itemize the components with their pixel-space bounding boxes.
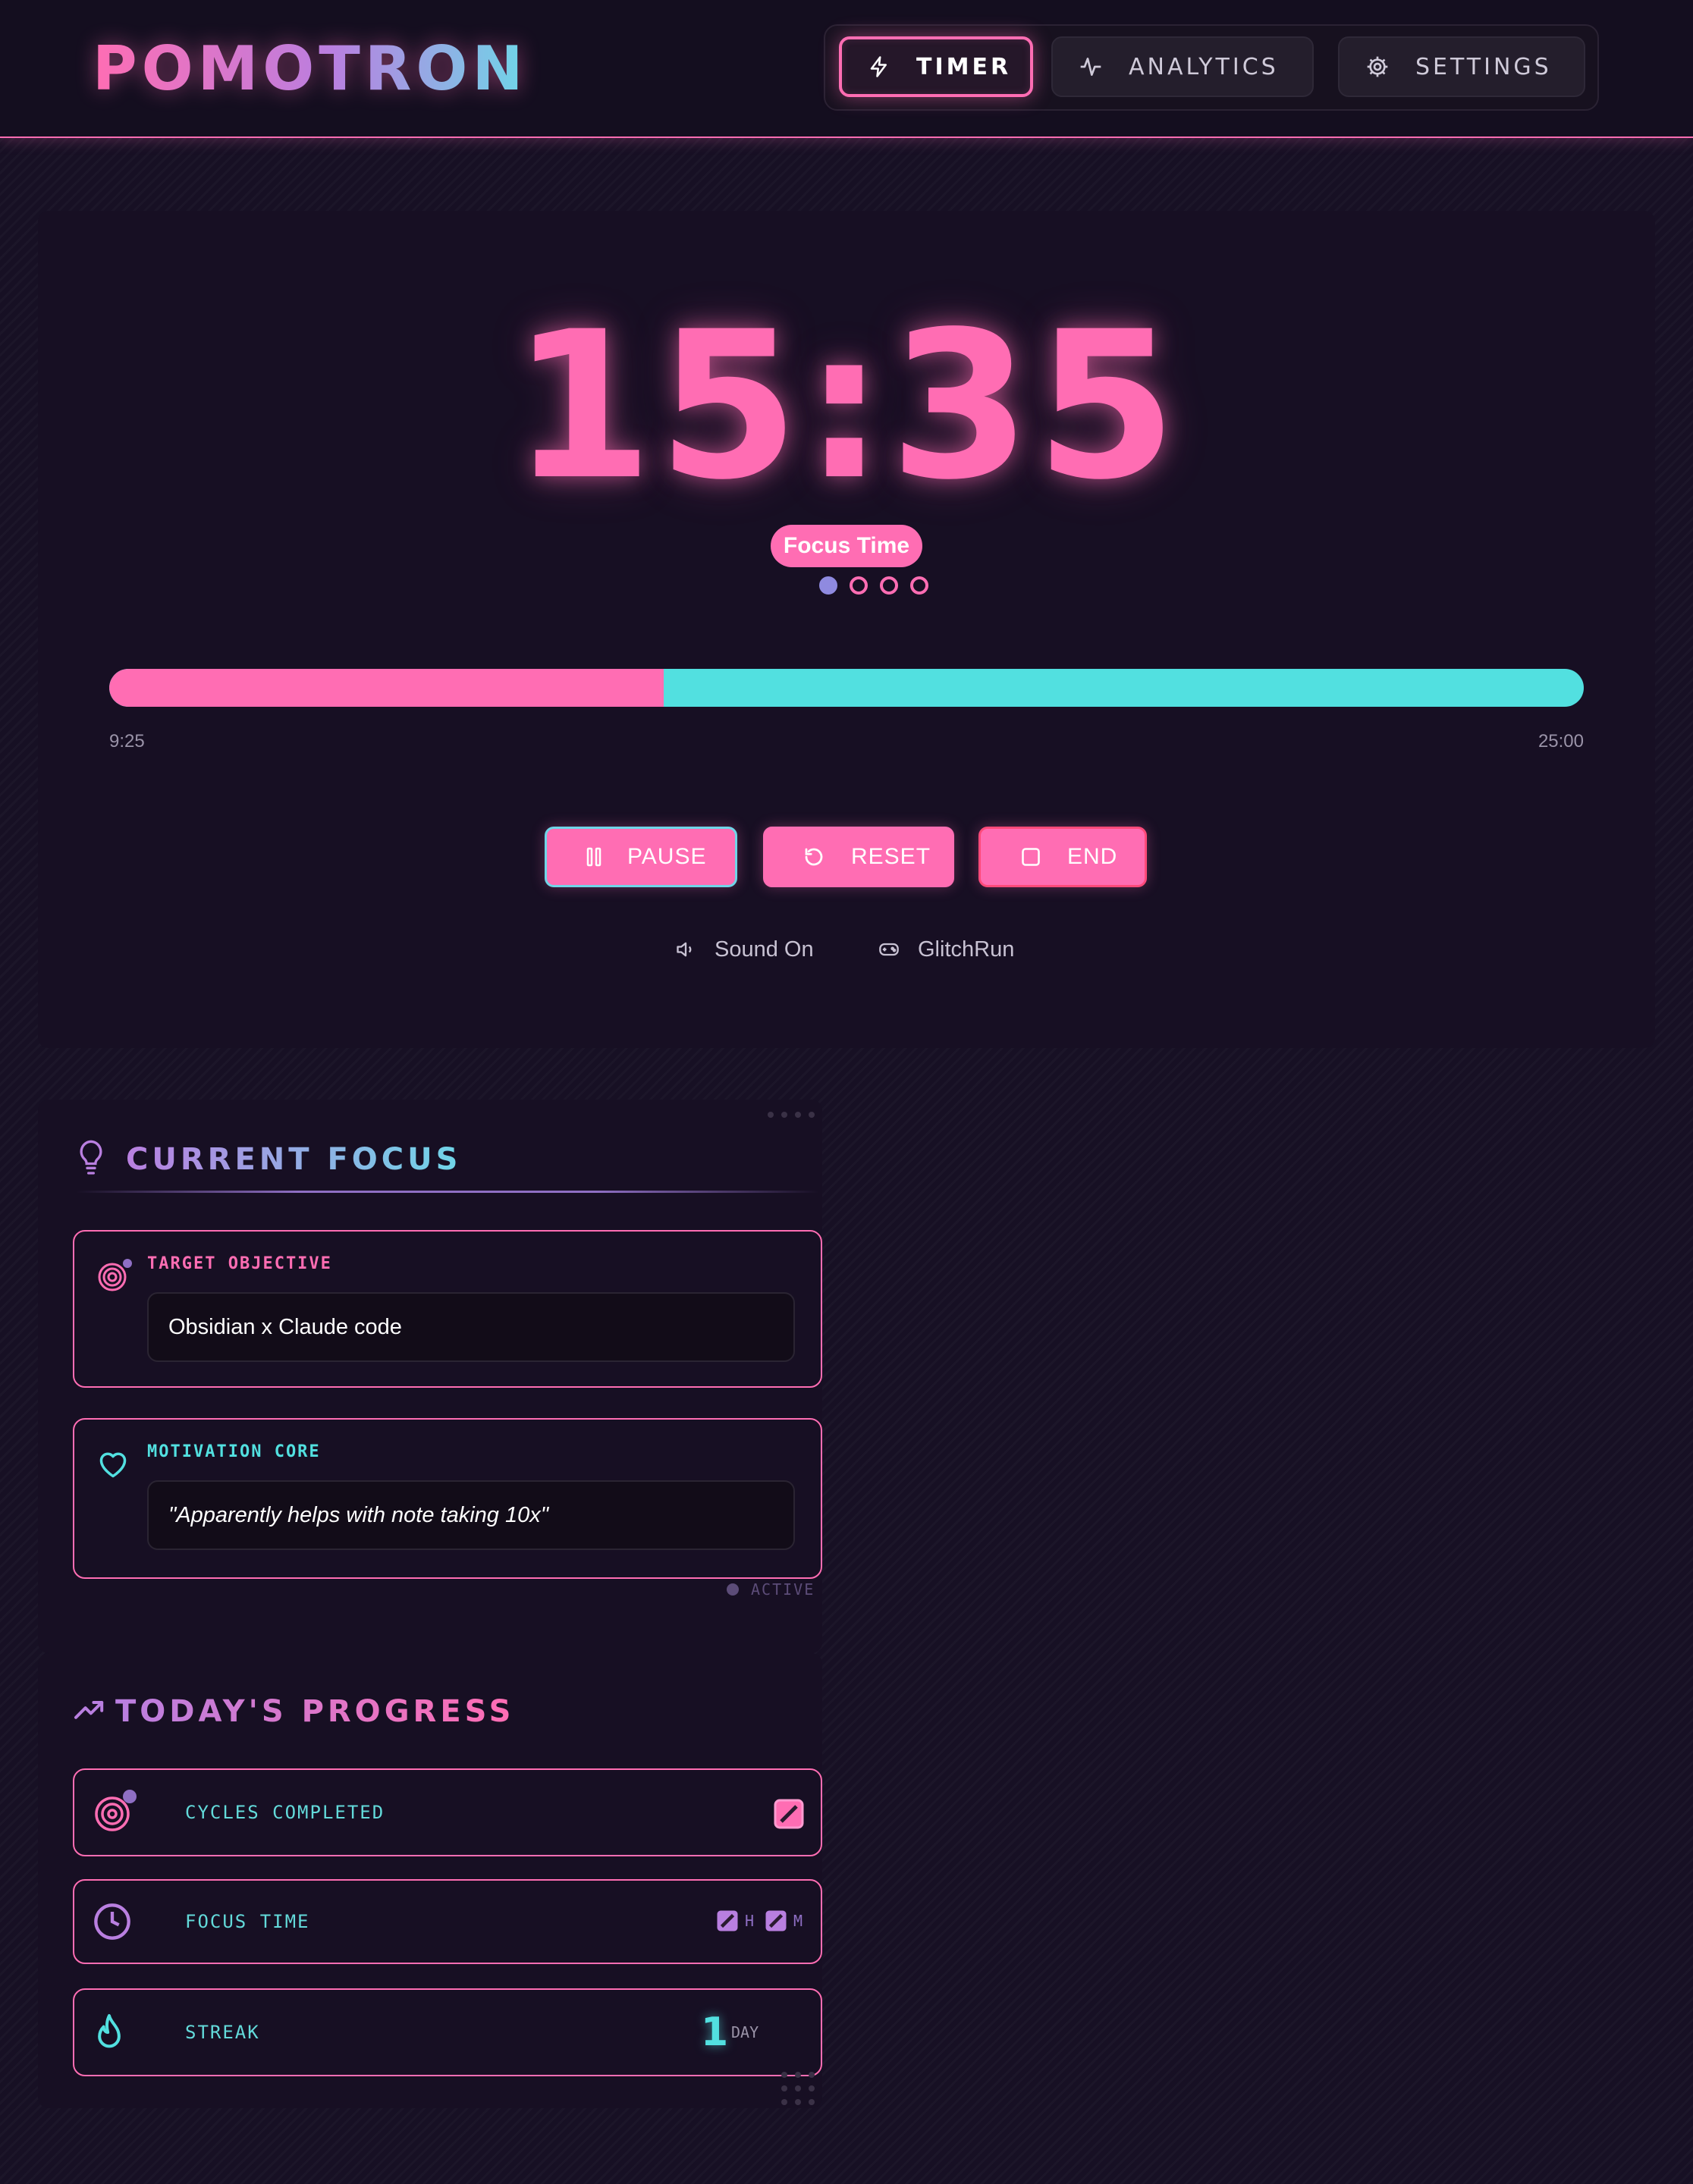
timer-progress-fill: [109, 669, 664, 707]
focus-time-row: FOCUS TIME H M: [73, 1879, 822, 1964]
glitch-value-icon: [765, 1910, 787, 1931]
clock-icon: [94, 1903, 130, 1940]
cycle-dot: [880, 576, 898, 595]
target-icon: [98, 1259, 132, 1291]
reset-label: RESET: [851, 844, 931, 869]
reset-icon: [805, 848, 823, 866]
end-button[interactable]: END: [978, 827, 1147, 887]
current-focus-panel: CURRENT FOCUS TARGET OBJECTIVE Obsidian …: [38, 1100, 822, 1653]
streak-label: STREAK: [185, 2022, 260, 2043]
reset-button[interactable]: RESET: [763, 827, 954, 887]
cycle-indicator: [819, 576, 956, 599]
glitch-value-icon: [717, 1910, 738, 1931]
nav-tab-timer[interactable]: TIMER: [839, 36, 1033, 97]
glitch-value-icon: [774, 1799, 804, 1829]
timer-progress-bar: [109, 669, 1584, 707]
trending-up-icon: [74, 1701, 104, 1719]
nav-tab-label: ANALYTICS: [1129, 53, 1279, 80]
decorative-dots: [768, 1112, 815, 1118]
bolt-icon: [870, 56, 887, 77]
target-icon: [95, 1790, 137, 1831]
game-button[interactable]: GlitchRun: [877, 934, 1014, 965]
target-objective-label: TARGET OBJECTIVE: [147, 1254, 332, 1273]
mode-badge: Focus Time: [771, 525, 922, 567]
decorative-dots: [781, 2072, 819, 2105]
streak-unit: DAY: [731, 2023, 759, 2041]
sound-toggle[interactable]: Sound On: [674, 934, 814, 965]
nav-tab-label: TIMER: [916, 53, 1012, 80]
current-focus-title: CURRENT FOCUS: [126, 1142, 462, 1177]
timer-display: 15:35: [511, 288, 1182, 525]
end-label: END: [1067, 844, 1118, 869]
total-time-label: 25:00: [1538, 731, 1584, 752]
nav-tab-settings[interactable]: SETTINGS: [1338, 36, 1585, 97]
lightbulb-icon: [80, 1140, 102, 1175]
streak-row: STREAK 1 DAY: [73, 1988, 822, 2076]
title-divider: [76, 1191, 819, 1193]
nav-tab-label: SETTINGS: [1415, 53, 1552, 80]
streak-value: 1: [701, 2010, 729, 2055]
gamepad-icon: [879, 943, 899, 956]
sound-toggle-label: Sound On: [715, 937, 814, 962]
todays-progress-title: TODAY'S PROGRESS: [115, 1694, 515, 1729]
pause-button[interactable]: PAUSE: [545, 827, 737, 887]
stop-icon: [1022, 848, 1040, 866]
elapsed-time-label: 9:25: [109, 731, 145, 752]
target-objective-box: TARGET OBJECTIVE Obsidian x Claude code: [73, 1230, 822, 1388]
status-text: ACTIVE: [751, 1580, 815, 1599]
status-badge: ACTIVE: [727, 1580, 815, 1599]
nav-tab-analytics[interactable]: ANALYTICS: [1051, 36, 1314, 97]
pause-icon: [586, 847, 602, 867]
flame-icon: [98, 2013, 121, 2048]
minutes-unit: M: [793, 1912, 803, 1930]
cycles-completed-label: CYCLES COMPLETED: [185, 1802, 385, 1823]
gear-icon: [1367, 56, 1388, 77]
motivation-core-input[interactable]: "Apparently helps with note taking 10x": [147, 1480, 795, 1550]
focus-time-label: FOCUS TIME: [185, 1911, 310, 1932]
hours-unit: H: [745, 1912, 755, 1930]
cycle-dot: [850, 576, 868, 595]
motivation-core-box: MOTIVATION CORE "Apparently helps with n…: [73, 1418, 822, 1579]
activity-icon: [1080, 58, 1101, 76]
target-objective-input[interactable]: Obsidian x Claude code: [147, 1292, 795, 1362]
status-dot: [727, 1583, 739, 1596]
cycle-dot: [819, 576, 837, 595]
pause-label: PAUSE: [627, 844, 707, 869]
main-nav: TIMER ANALYTICS SETTINGS: [824, 24, 1599, 111]
app-header: POMOTRON TIMER ANALYTICS SETTINGS: [0, 0, 1693, 138]
cycles-completed-row: CYCLES COMPLETED: [73, 1768, 822, 1856]
heart-icon: [99, 1452, 127, 1478]
game-button-label: GlitchRun: [918, 937, 1015, 962]
cycle-dot: [910, 576, 928, 595]
todays-progress-panel: TODAY'S PROGRESS CYCLES COMPLETED FOCUS …: [38, 1653, 822, 2108]
timer-panel: 15:35 Focus Time 9:25 25:00 PAUSE RESET …: [38, 211, 1655, 1048]
speaker-icon: [677, 942, 692, 957]
app-logo: POMOTRON: [93, 33, 528, 104]
motivation-core-label: MOTIVATION CORE: [147, 1442, 321, 1461]
